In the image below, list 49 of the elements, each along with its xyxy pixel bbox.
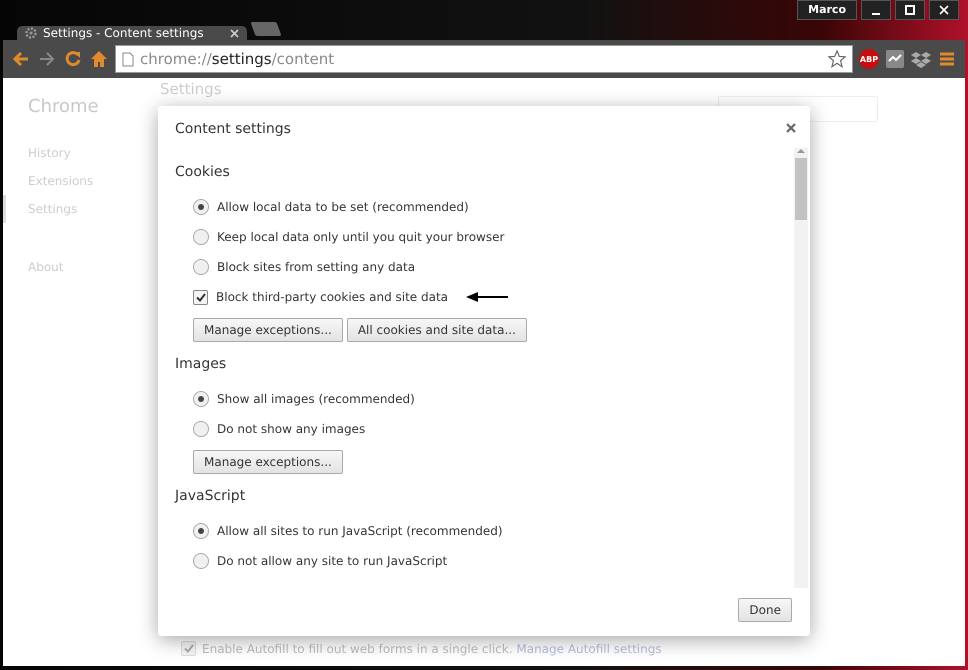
section-title: Cookies: [175, 164, 231, 180]
radio-button[interactable]: [193, 229, 209, 245]
close-icon[interactable]: [230, 28, 239, 38]
radio-button[interactable]: [193, 553, 209, 569]
checkbox-label: Enable Autofill to fill out web forms in a single click. Manage Autofill settings: [202, 642, 662, 656]
radio-button[interactable]: [193, 199, 209, 215]
home-icon[interactable]: [89, 49, 109, 69]
radio-label: Keep local data only until you quit your browser: [217, 230, 504, 244]
scroll-up-icon[interactable]: [797, 148, 805, 154]
dialog-button[interactable]: Manage exceptions...: [193, 450, 343, 474]
radio-label: Allow all sites to run JavaScript (recommended): [217, 524, 503, 538]
checkbox[interactable]: [193, 290, 208, 304]
radio-label: Allow local data to be set (recommended): [217, 200, 469, 214]
page-icon: [122, 52, 134, 66]
scrollbar[interactable]: [794, 148, 808, 588]
minimize-button[interactable]: [861, 0, 891, 20]
address-bar[interactable]: chrome://settings/content: [115, 45, 853, 73]
reload-icon[interactable]: [63, 49, 83, 69]
radio-button[interactable]: [193, 421, 209, 437]
star-icon[interactable]: [828, 50, 846, 68]
scrollbar-thumb[interactable]: [795, 158, 807, 220]
maximize-icon: [905, 5, 915, 15]
dialog-button[interactable]: All cookies and site data...: [346, 318, 527, 342]
radio-button[interactable]: [193, 391, 209, 407]
radio-button[interactable]: [193, 259, 209, 275]
browser-tab[interactable]: Settings - Content settings: [17, 26, 247, 40]
profile-button[interactable]: Marco: [797, 0, 857, 20]
dialog-button[interactable]: Manage exceptions...: [193, 318, 343, 342]
radio-label: Do not show any images: [217, 422, 366, 436]
new-tab-button[interactable]: [250, 22, 282, 36]
back-icon[interactable]: [11, 49, 31, 69]
radio-button[interactable]: [193, 523, 209, 539]
maximize-button[interactable]: [895, 0, 925, 20]
close-icon: [939, 5, 949, 15]
minimize-icon: [872, 13, 880, 15]
dialog-title: Content settings: [175, 121, 291, 137]
done-button[interactable]: Done: [738, 598, 792, 622]
checkbox-label: Block third-party cookies and site data: [216, 290, 448, 304]
radio-label: Show all images (recommended): [217, 392, 415, 406]
extension-button[interactable]: ABP: [859, 49, 879, 69]
close-icon: [786, 123, 796, 133]
section-title: Images: [175, 356, 228, 372]
gear-icon: [25, 27, 37, 39]
close-button[interactable]: [929, 0, 959, 20]
chart-extension-icon[interactable]: [885, 49, 905, 69]
radio-label: Block sites from setting any data: [217, 260, 416, 274]
section-title: JavaScript: [175, 488, 246, 504]
radio-label: Do not allow any site to run JavaScript: [217, 554, 448, 568]
box-icon[interactable]: [911, 49, 931, 69]
